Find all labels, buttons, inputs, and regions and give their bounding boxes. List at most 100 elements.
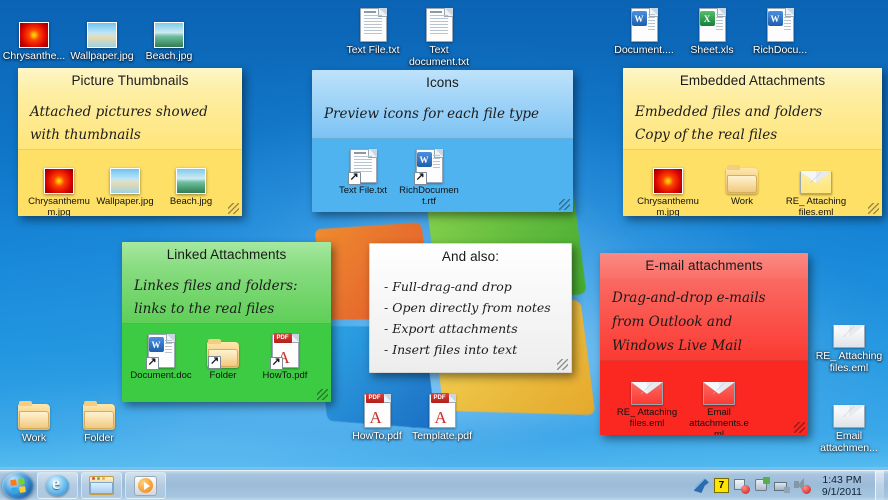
sticky-note-linked-attachments[interactable]: Linked Attachments Linkes files and fold… bbox=[122, 242, 331, 402]
sticky-note-icons[interactable]: Icons Preview icons for each file type T… bbox=[312, 70, 573, 212]
desktop-icon-template-pdf[interactable]: PDF A Template.pdf bbox=[405, 392, 479, 443]
desktop-icon-text-document[interactable]: Text document.txt bbox=[402, 6, 476, 68]
attachment-label: HowTo.pdf bbox=[262, 370, 308, 381]
note-title: Icons bbox=[312, 70, 573, 96]
desktop-icon-email-attachments-eml[interactable]: Email attachmen... bbox=[812, 392, 886, 454]
note-line: Preview icons for each file type bbox=[324, 106, 539, 122]
taskbar-button-media-player[interactable] bbox=[125, 472, 166, 499]
note-line: from Outlook and bbox=[612, 314, 733, 330]
attachment-label: RE_ Attaching files.eml bbox=[785, 196, 847, 216]
volume-muted-icon[interactable] bbox=[793, 478, 811, 494]
show-desktop-button[interactable] bbox=[875, 470, 884, 500]
attachment-item[interactable]: RE_ Attaching files.eml bbox=[785, 158, 847, 216]
photo-flower-icon bbox=[637, 158, 699, 194]
attachment-item[interactable]: Chrysanthemum.jpg bbox=[28, 158, 90, 216]
photo-flower-icon bbox=[0, 12, 71, 48]
windows-flag-icon bbox=[9, 477, 27, 494]
desktop-background[interactable]: Chrysanthe... Wallpaper.jpg Beach.jpg Te… bbox=[0, 0, 888, 500]
desktop-icon-wallpaper[interactable]: Wallpaper.jpg bbox=[65, 12, 139, 63]
system-tray: 7 1:43 PM 9/1/2011 bbox=[693, 470, 888, 500]
attachment-item[interactable]: RE_ Attaching files.eml bbox=[616, 369, 678, 435]
photo-flower-icon bbox=[28, 158, 90, 194]
attachment-item[interactable]: Text File.txt bbox=[332, 147, 394, 207]
resize-grip[interactable] bbox=[228, 203, 239, 214]
desktop-icon-text-file[interactable]: Text File.txt bbox=[336, 6, 410, 57]
attachment-item[interactable]: Folder bbox=[192, 332, 254, 381]
shortcut-arrow-icon bbox=[145, 355, 159, 370]
note-line: - Insert files into text bbox=[384, 342, 518, 357]
note-line: links to the real files bbox=[134, 301, 275, 317]
resize-grip[interactable] bbox=[794, 422, 805, 433]
note-line: Drag-and-drop e-mails bbox=[612, 290, 766, 306]
attachment-item[interactable]: Work bbox=[711, 158, 773, 216]
sticky-note-and-also[interactable]: And also: - Full-drag-and drop - Open di… bbox=[369, 243, 572, 373]
desktop-icon-document-doc[interactable]: W Document.... bbox=[607, 6, 681, 57]
attachment-item[interactable]: Wallpaper.jpg bbox=[94, 158, 156, 216]
attachment-item[interactable]: Chrysanthemum.jpg bbox=[637, 158, 699, 216]
resize-grip[interactable] bbox=[868, 203, 879, 214]
clock-time: 1:43 PM bbox=[822, 473, 862, 486]
desktop-icon-beach[interactable]: Beach.jpg bbox=[132, 12, 206, 63]
note-body[interactable]: Drag-and-drop e-mails from Outlook and W… bbox=[600, 279, 808, 360]
note-line: Linkes files and folders: bbox=[134, 278, 298, 294]
word-document-shortcut-icon: W bbox=[398, 147, 460, 185]
attachment-item[interactable]: W RichDocument.rtf bbox=[398, 147, 460, 207]
photo-beach-icon bbox=[160, 158, 222, 194]
attachment-item[interactable]: PDFA HowTo.pdf bbox=[254, 332, 316, 381]
desktop-icon-label: Document.... bbox=[614, 44, 674, 56]
desktop-icon-label: Chrysanthe... bbox=[2, 50, 66, 62]
desktop-icon-howto-pdf[interactable]: PDF A HowTo.pdf bbox=[340, 392, 414, 443]
clock[interactable]: 1:43 PM 9/1/2011 bbox=[814, 474, 868, 498]
attachment-label: RE_ Attaching files.eml bbox=[616, 407, 678, 429]
note-line: Attached pictures showed bbox=[30, 104, 208, 120]
desktop-icon-work-folder[interactable]: Work bbox=[0, 394, 71, 445]
note-body[interactable]: Embedded files and folders Copy of the r… bbox=[623, 94, 882, 149]
attachment-label: Chrysanthemum.jpg bbox=[28, 196, 90, 216]
desktop-icon-richdocument[interactable]: W RichDocu... bbox=[743, 6, 817, 57]
sticky-note-email-attachments[interactable]: E-mail attachments Drag-and-drop e-mails… bbox=[600, 253, 808, 435]
network-tool-icon[interactable] bbox=[693, 478, 709, 493]
note-body[interactable]: Attached pictures showed with thumbnails bbox=[18, 94, 242, 149]
taskbar-button-internet-explorer[interactable] bbox=[37, 472, 78, 499]
word-document-icon: W bbox=[607, 6, 681, 42]
resize-grip[interactable] bbox=[557, 359, 568, 370]
word-document-icon: W bbox=[743, 6, 817, 42]
pdf-icon: PDF A bbox=[405, 392, 479, 428]
note-line: Copy of the real files bbox=[635, 127, 778, 143]
removable-media-icon[interactable] bbox=[754, 477, 770, 493]
desktop-icon-label: Sheet.xls bbox=[690, 44, 734, 56]
resize-grip[interactable] bbox=[559, 199, 570, 210]
attachment-item[interactable]: Beach.jpg bbox=[160, 158, 222, 216]
email-icon bbox=[616, 369, 678, 405]
email-icon bbox=[812, 392, 886, 428]
start-button[interactable] bbox=[2, 471, 34, 500]
desktop-icon-label: Text File.txt bbox=[346, 44, 400, 56]
note-attachment-list: RE_ Attaching files.eml Email attachment… bbox=[600, 361, 808, 435]
yellow-warning-icon[interactable]: 7 bbox=[713, 478, 729, 493]
note-line: - Export attachments bbox=[384, 321, 518, 336]
desktop-icon-label: RE_ Attaching files.eml bbox=[815, 350, 883, 374]
pdf-shortcut-icon: PDF A bbox=[254, 332, 316, 370]
flag-action-center-icon[interactable] bbox=[733, 478, 750, 494]
desktop-icon-sheet-xls[interactable]: X Sheet.xls bbox=[675, 6, 749, 57]
taskbar-button-windows-explorer[interactable] bbox=[81, 472, 122, 499]
attachment-item[interactable]: Email attachments.eml bbox=[688, 369, 750, 435]
desktop-icon-re-attaching-files-eml[interactable]: RE_ Attaching files.eml bbox=[812, 312, 886, 374]
note-title: Picture Thumbnails bbox=[18, 68, 242, 94]
sticky-note-picture-thumbnails[interactable]: Picture Thumbnails Attached pictures sho… bbox=[18, 68, 242, 216]
desktop-icon-chrysanthemum[interactable]: Chrysanthe... bbox=[0, 12, 71, 63]
shortcut-arrow-icon bbox=[347, 170, 361, 185]
folder-icon bbox=[711, 158, 773, 194]
note-body[interactable]: - Full-drag-and drop - Open directly fro… bbox=[370, 270, 571, 366]
network-icon[interactable] bbox=[773, 478, 790, 493]
shortcut-arrow-icon bbox=[208, 354, 221, 369]
note-attachment-list: Text File.txt W RichDocument.rtf bbox=[312, 139, 573, 211]
sticky-note-embedded-attachments[interactable]: Embedded Attachments Embedded files and … bbox=[623, 68, 882, 216]
attachment-label: Work bbox=[731, 196, 753, 207]
note-line: with thumbnails bbox=[30, 127, 141, 143]
desktop-icon-label: Email attachmen... bbox=[820, 430, 878, 454]
resize-grip[interactable] bbox=[317, 389, 328, 400]
note-body[interactable]: Linkes files and folders: links to the r… bbox=[122, 268, 331, 323]
attachment-item[interactable]: W Document.doc bbox=[130, 332, 192, 381]
note-body[interactable]: Preview icons for each file type bbox=[312, 96, 573, 138]
